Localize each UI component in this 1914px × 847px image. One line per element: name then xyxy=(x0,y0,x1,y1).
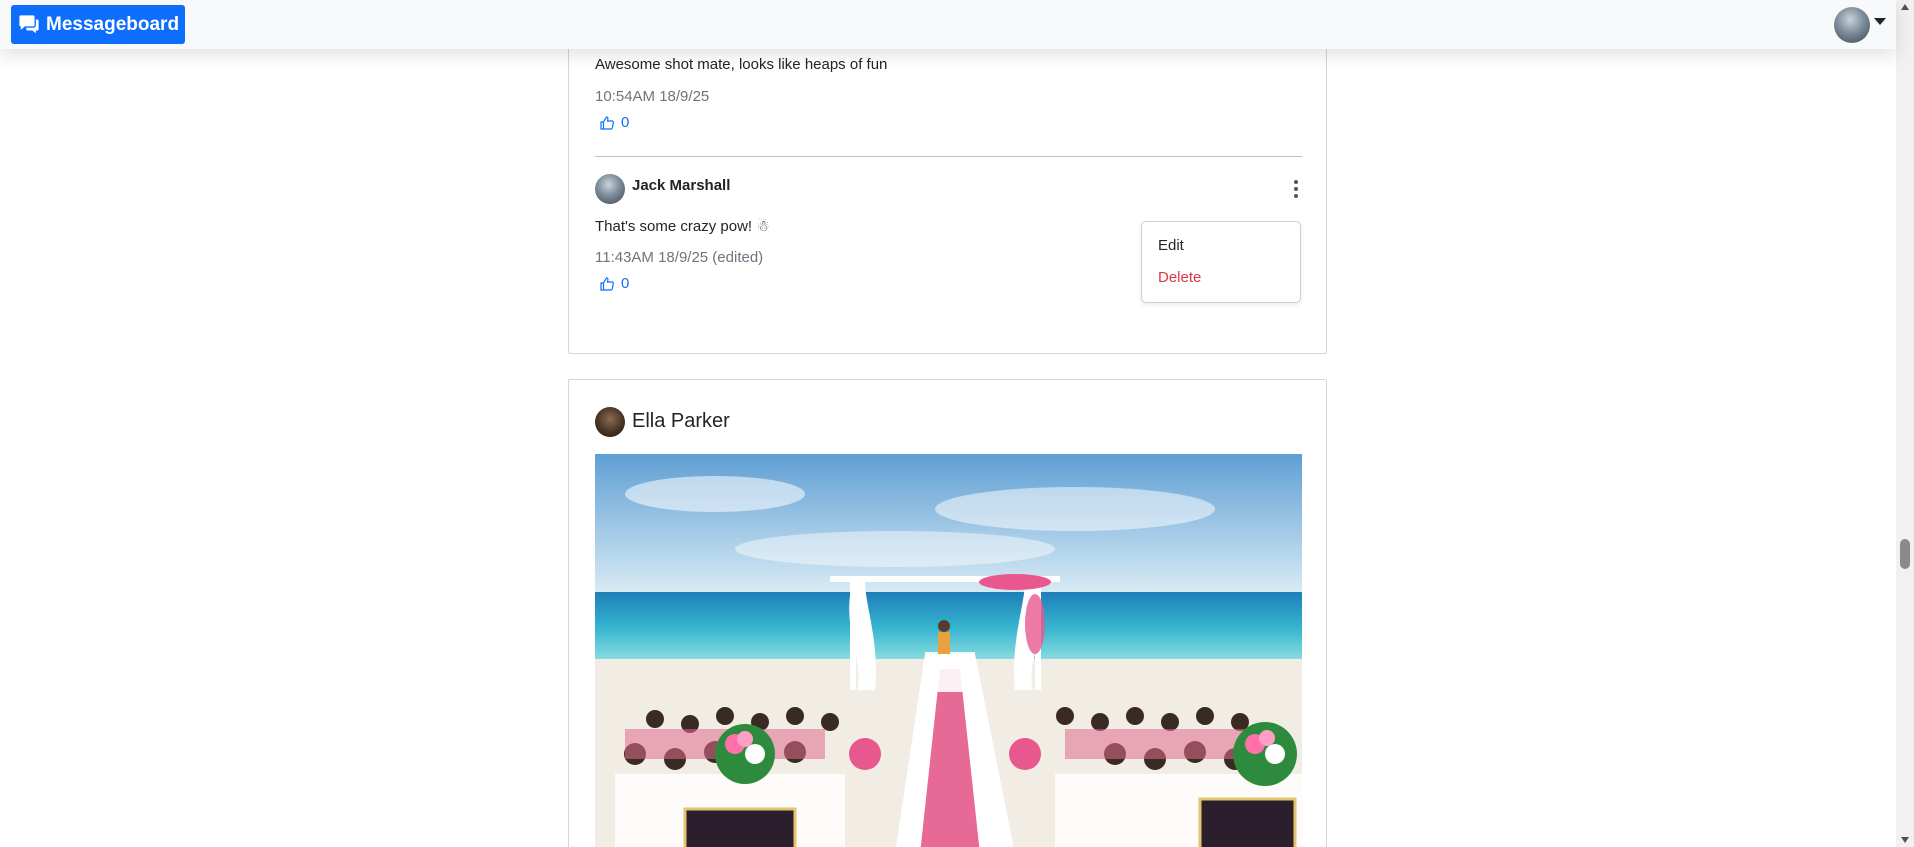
comment-text: That's some crazy pow! ☃ xyxy=(595,218,770,235)
chat-bubbles-icon xyxy=(19,14,39,33)
top-navbar: Messageboard xyxy=(0,0,1896,49)
brand-label: Messageboard xyxy=(46,13,180,35)
kebab-menu-icon[interactable] xyxy=(1290,178,1302,200)
comment-avatar xyxy=(595,174,625,204)
user-menu-toggle[interactable] xyxy=(1834,7,1886,43)
like-button[interactable]: 0 xyxy=(599,275,629,292)
page-scrollbar[interactable] xyxy=(1896,0,1914,847)
comment-options-menu: Edit Delete xyxy=(1141,221,1301,303)
comment-text: Awesome shot mate, looks like heaps of f… xyxy=(595,56,888,73)
delete-menu-item[interactable]: Delete xyxy=(1158,269,1201,286)
post-author-avatar xyxy=(595,407,625,437)
like-count: 0 xyxy=(621,275,630,292)
avatar xyxy=(1834,7,1870,43)
comment-author: Jack Marshall xyxy=(632,177,731,194)
scroll-up-arrow-icon[interactable] xyxy=(1901,4,1909,10)
divider xyxy=(595,156,1302,157)
post-author: Ella Parker xyxy=(632,410,730,432)
like-count: 0 xyxy=(621,114,630,131)
brand-button[interactable]: Messageboard xyxy=(11,5,186,44)
comment-timestamp: 11:43AM 18/9/25 (edited) xyxy=(595,249,764,266)
caret-down-icon xyxy=(1874,17,1886,25)
thumbs-up-icon xyxy=(600,115,614,130)
like-button[interactable]: 0 xyxy=(599,114,629,131)
comment-timestamp: 10:54AM 18/9/25 xyxy=(595,88,710,105)
post-card: Ella Parker xyxy=(568,379,1327,847)
edit-menu-item[interactable]: Edit xyxy=(1158,237,1184,254)
post-image xyxy=(595,454,1302,847)
scroll-down-arrow-icon[interactable] xyxy=(1901,837,1909,843)
thumbs-up-icon xyxy=(600,276,614,291)
scrollbar-thumb[interactable] xyxy=(1900,539,1910,569)
